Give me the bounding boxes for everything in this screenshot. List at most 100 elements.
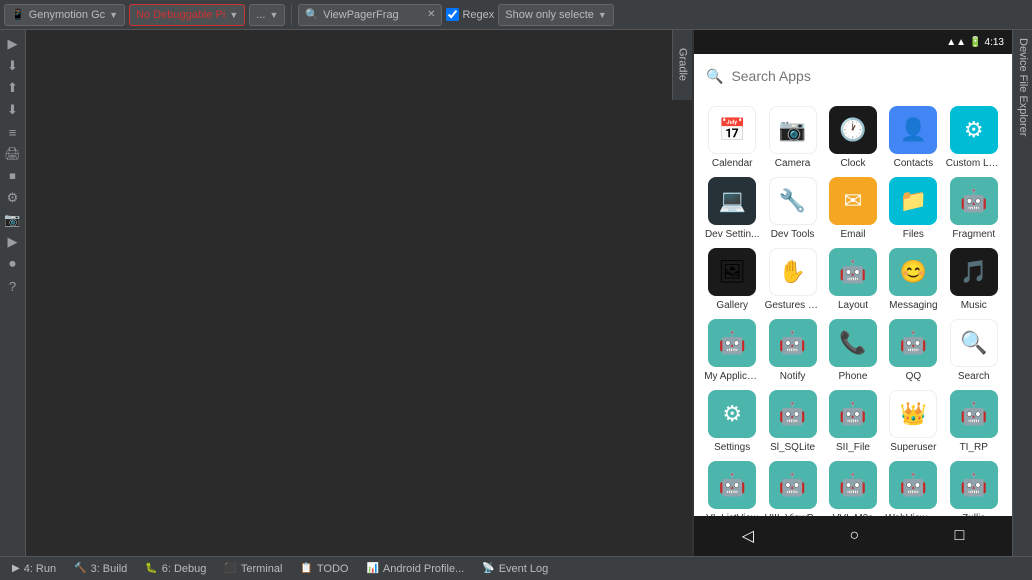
app-icon: 💻 [708,177,756,225]
sidebar-icon-camera[interactable]: 📷 [3,210,23,230]
close-icon[interactable]: ✕ [427,9,435,20]
app-label: Superuser [885,442,941,453]
app-item[interactable]: 🤖VI_ListView [704,461,760,516]
app-item[interactable]: 🤖Layout [825,248,881,311]
app-item[interactable]: 🤖WebView B... [885,461,941,516]
app-item[interactable]: 🤖VVI_M0s [825,461,881,516]
app-item[interactable]: 🕐Clock [825,106,881,169]
app-item[interactable]: 😊Messaging [885,248,941,311]
app-icon: 😊 [889,248,937,296]
back-button[interactable]: ◁ [734,518,762,554]
sidebar-icon-print[interactable]: 🖨 [3,144,23,164]
app-item[interactable]: 🖼Gallery [704,248,760,311]
app-item[interactable]: 💻Dev Settin... [704,177,760,240]
sidebar-icon-up[interactable]: ⬆ [3,78,23,98]
tab-label: Android Profile... [383,563,464,575]
app-label: Clock [825,158,881,169]
left-sidebar: ▶ ⬇ ⬆ ⬇ ≡ 🖨 ⏹ ⚙ 📷 ▶ ⏺ ? [0,30,26,556]
android-search-bar[interactable]: 🔍 [694,54,1012,98]
bottom-tab[interactable]: 🔨 3: Build [66,559,135,579]
app-item[interactable]: 📅Calendar [704,106,760,169]
app-item[interactable]: ⚙Custom Lo... [946,106,1002,169]
app-item[interactable]: 📷Camera [765,106,821,169]
sidebar-icon-play2[interactable]: ▶ [3,232,23,252]
app-item[interactable]: 🤖My Applica... [704,319,760,382]
sidebar-icon-run[interactable]: ▶ [3,34,23,54]
sidebar-icon-down2[interactable]: ⬇ [3,100,23,120]
bottom-tab[interactable]: ⬛Terminal [216,559,290,579]
app-item[interactable]: 🤖Fragment [946,177,1002,240]
tab-label: 3: Build [91,563,128,575]
app-row: 🖼Gallery✋Gestures B...🤖Layout😊Messaging🎵… [702,248,1004,311]
app-icon: 🔍 [950,319,998,367]
bottom-tab[interactable]: ▶4: Run [4,559,64,579]
app-item[interactable]: ✉Email [825,177,881,240]
sidebar-icon-down1[interactable]: ⬇ [3,56,23,76]
debug-dropdown[interactable]: No Debuggable Pi ▼ [129,4,245,26]
app-item[interactable]: 🎵Music [946,248,1002,311]
bottom-tab[interactable]: 📋TODO [292,559,356,579]
recents-button[interactable]: □ [947,519,973,553]
bottom-bar: ▶4: Run 🔨 3: Build 🐛6: Debug⬛Terminal📋TODO📊… [0,556,1032,580]
app-item[interactable]: 🤖VIII_ViewP... [765,461,821,516]
bottom-tab[interactable]: 📡Event Log [474,559,556,579]
tab-label: Event Log [499,563,549,575]
android-search-input[interactable] [731,68,1000,84]
app-icon: 🤖 [708,461,756,509]
search-input[interactable] [323,9,423,21]
sidebar-icon-stop[interactable]: ⏹ [3,166,23,186]
app-row: 🤖VI_ListView🤖VIII_ViewP...🤖VVI_M0s🤖WebVi… [702,461,1004,516]
app-icon: 👑 [889,390,937,438]
app-item[interactable]: 📞Phone [825,319,881,382]
sidebar-icon-settings[interactable]: ⚙ [3,188,23,208]
app-icon: 🤖 [769,461,817,509]
show-arrow-icon: ▼ [598,10,607,20]
time-label: 4:13 [985,37,1004,48]
bottom-tab[interactable]: 📊Android Profile... [358,559,472,579]
tab-icon: 🔨 [74,563,86,574]
app-item[interactable]: 🔍Search [946,319,1002,382]
android-panel: ▲▲ 🔋 4:13 🔍 📅Calendar📷Camera🕐Clock👤Conta… [692,30,1012,556]
app-item[interactable]: 🤖QQ [885,319,941,382]
android-status-bar: ▲▲ 🔋 4:13 [694,30,1012,54]
tab-label: Terminal [241,563,283,575]
app-icon: 🤖 [829,390,877,438]
show-selected-dropdown[interactable]: Show only selecte ▼ [498,4,614,26]
app-label: Email [825,229,881,240]
sidebar-icon-record[interactable]: ⏺ [3,254,23,274]
app-icon: 🤖 [950,177,998,225]
app-item[interactable]: 🤖Zullis [946,461,1002,516]
tab-icon: 🐛 [145,563,157,574]
app-label: QQ [885,371,941,382]
sidebar-icon-help[interactable]: ? [3,276,23,296]
device-dropdown[interactable]: 📱 Genymotion Gc ▼ [4,4,125,26]
debug-label: No Debuggable Pi [136,9,225,21]
bottom-tab[interactable]: 🐛6: Debug [137,559,214,579]
app-item[interactable]: ✋Gestures B... [765,248,821,311]
app-item[interactable]: 🤖Sl_SQLite [765,390,821,453]
app-item[interactable]: 🤖TI_RP [946,390,1002,453]
apps-grid: 📅Calendar📷Camera🕐Clock👤Contacts⚙Custom L… [694,98,1012,516]
search-field[interactable]: 🔍 ✕ [298,4,442,26]
device-file-explorer-tab[interactable]: Device File Explorer [1013,30,1032,144]
tab-label: TODO [317,563,349,575]
app-item[interactable]: 🤖Notify [765,319,821,382]
sidebar-icon-list[interactable]: ≡ [3,122,23,142]
app-item[interactable]: 👑 Superuser [885,390,941,453]
app-item[interactable]: 🤖SII_File [825,390,881,453]
app-label: Contacts [885,158,941,169]
app-item[interactable]: 🔧Dev Tools [765,177,821,240]
home-button[interactable]: ○ [841,519,867,553]
main-toolbar: 📱 Genymotion Gc ▼ No Debuggable Pi ▼ ...… [0,0,1032,30]
regex-checkbox[interactable]: Regex [446,8,494,21]
app-item[interactable]: ⚙Settings [704,390,760,453]
device-label: Genymotion Gc [29,9,105,21]
android-nav-bar: ◁ ○ □ [694,516,1012,556]
app-item[interactable]: 👤Contacts [885,106,941,169]
app-item[interactable]: 📁Files [885,177,941,240]
app-row: 💻Dev Settin...🔧Dev Tools✉Email📁Files🤖Fra… [702,177,1004,240]
debug-arrow-icon: ▼ [229,10,238,20]
more-dropdown[interactable]: ... ▼ [249,4,285,26]
gradle-tab[interactable]: Gradle [672,30,692,100]
app-label: Files [885,229,941,240]
